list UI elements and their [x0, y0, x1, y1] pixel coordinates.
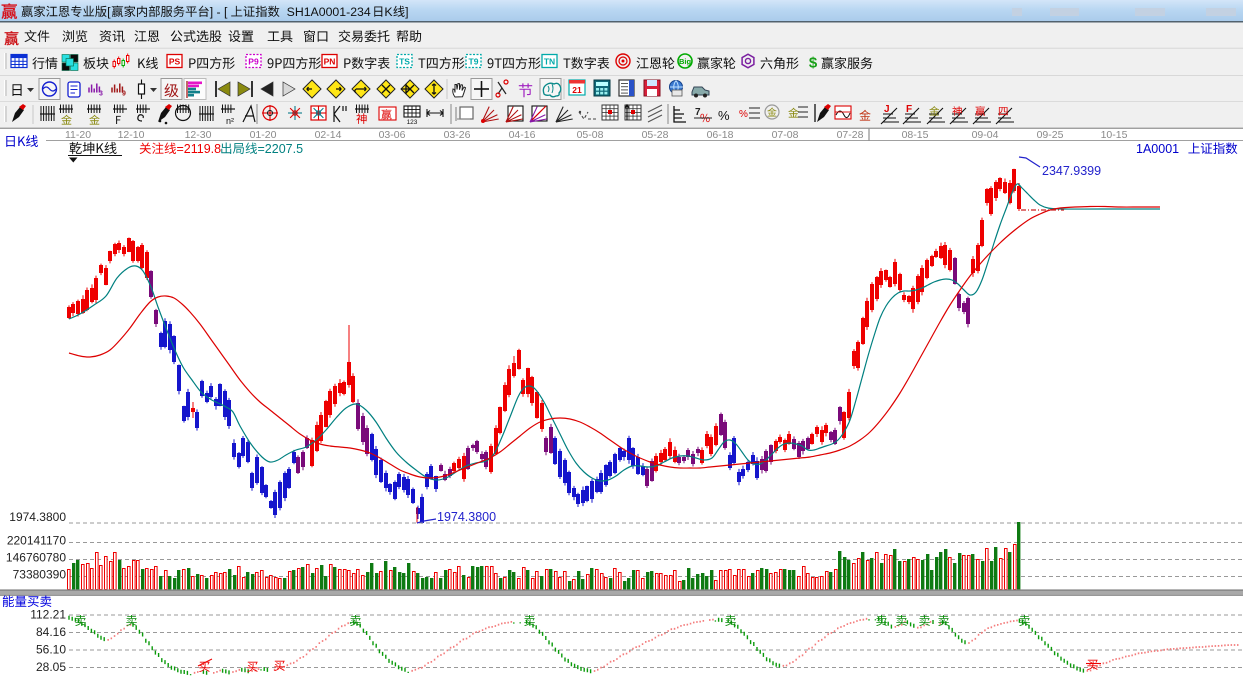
- svg-text:12-10: 12-10: [118, 129, 145, 141]
- svg-text:21: 21: [572, 85, 582, 95]
- svg-text:PS: PS: [169, 57, 181, 67]
- svg-text:220141170: 220141170: [7, 534, 67, 548]
- svg-text:08-15: 08-15: [902, 129, 929, 141]
- svg-text:73380390: 73380390: [13, 568, 67, 582]
- svg-text:TS: TS: [399, 57, 410, 67]
- svg-text:] - [: ] - [: [210, 5, 228, 19]
- svg-text:=2119.8: =2119.8: [177, 142, 222, 156]
- svg-text:3: 3: [99, 91, 103, 98]
- svg-text:2347.9399: 2347.9399: [1042, 164, 1101, 178]
- svg-text:=2207.5: =2207.5: [258, 142, 304, 156]
- svg-text:J: J: [884, 104, 890, 115]
- svg-text:05-08: 05-08: [577, 129, 604, 141]
- svg-text:10-15: 10-15: [1101, 129, 1128, 141]
- svg-text:P9: P9: [248, 57, 259, 67]
- svg-text:07-08: 07-08: [772, 129, 799, 141]
- svg-text:112.21: 112.21: [30, 608, 66, 622]
- svg-text:03-06: 03-06: [379, 129, 406, 141]
- svg-text:n²: n²: [226, 116, 234, 126]
- svg-text:1A0001: 1A0001: [1136, 142, 1186, 156]
- svg-text:03-26: 03-26: [444, 129, 471, 141]
- svg-text:02-14: 02-14: [315, 129, 342, 141]
- svg-text:06-18: 06-18: [707, 129, 734, 141]
- svg-text:28.05: 28.05: [36, 660, 66, 674]
- svg-text:09-04: 09-04: [972, 129, 999, 141]
- svg-text:9: 9: [122, 91, 126, 98]
- svg-text:09-25: 09-25: [1037, 129, 1064, 141]
- svg-text:1974.3800: 1974.3800: [437, 510, 496, 524]
- svg-text:07-28: 07-28: [837, 129, 864, 141]
- svg-text:04-16: 04-16: [509, 129, 536, 141]
- svg-text:146760780: 146760780: [6, 551, 66, 565]
- svg-text:TN: TN: [544, 57, 555, 67]
- svg-text:Big: Big: [679, 57, 692, 66]
- svg-text:7: 7: [695, 107, 701, 118]
- svg-text:PN: PN: [324, 57, 336, 67]
- svg-text:1974.3800: 1974.3800: [9, 510, 66, 524]
- svg-text:123: 123: [407, 119, 418, 126]
- svg-text:56.10: 56.10: [36, 643, 66, 657]
- svg-text:%: %: [739, 109, 748, 120]
- svg-text:11-20: 11-20: [65, 129, 91, 141]
- svg-text:05-28: 05-28: [642, 129, 669, 141]
- svg-text:K: K: [384, 5, 393, 19]
- svg-text:SH1A0001-234: SH1A0001-234: [280, 5, 371, 19]
- svg-text:$: $: [809, 55, 818, 72]
- svg-text:12-30: 12-30: [185, 129, 212, 141]
- svg-text:[: [: [107, 5, 111, 19]
- svg-text:]: ]: [405, 5, 408, 19]
- svg-text:F: F: [906, 104, 912, 115]
- svg-text:84.16: 84.16: [36, 625, 66, 639]
- svg-text:T9: T9: [469, 57, 479, 67]
- svg-text:01-20: 01-20: [250, 129, 277, 141]
- svg-text:%: %: [718, 108, 730, 123]
